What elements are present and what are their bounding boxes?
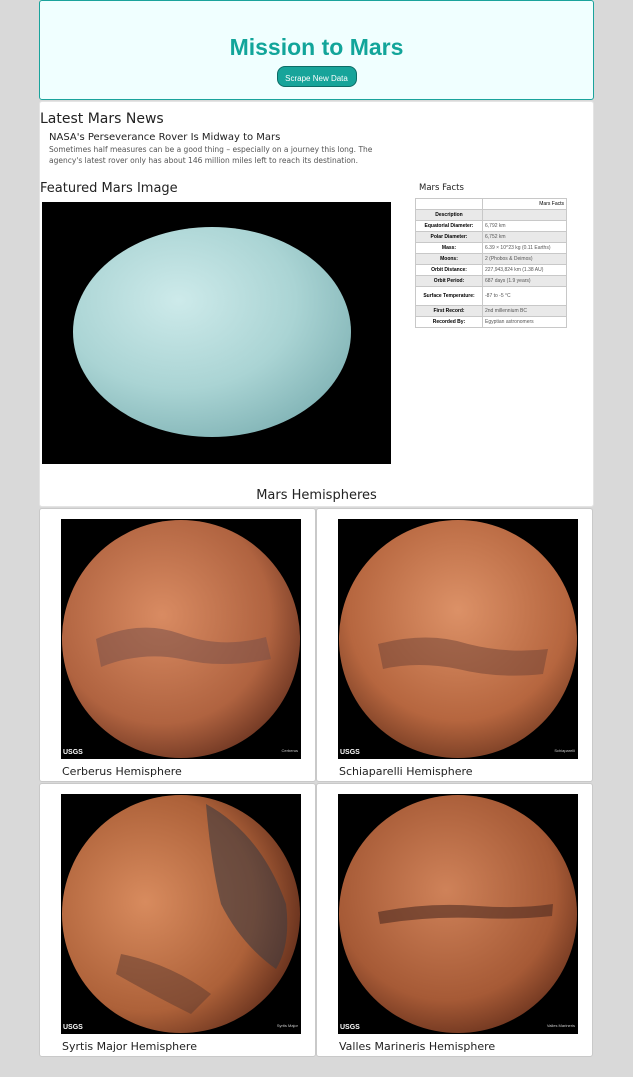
table-row: Recorded By: Egyptian astronomers bbox=[415, 316, 567, 328]
image-credit: Cerberus bbox=[281, 748, 298, 753]
fact-key: Equatorial Diameter: bbox=[415, 220, 483, 232]
hemisphere-card-cerberus[interactable]: USGS Cerberus Cerberus Hemisphere bbox=[39, 508, 316, 782]
hemisphere-title[interactable]: Syrtis Major Hemisphere bbox=[62, 1040, 197, 1053]
hemisphere-title[interactable]: Cerberus Hemisphere bbox=[62, 765, 182, 778]
mars-globe-icon bbox=[339, 520, 577, 758]
fact-key: Polar Diameter: bbox=[415, 231, 483, 243]
facts-table: Mars Facts Description Equatorial Diamet… bbox=[415, 198, 567, 328]
fact-value: 687 days (1.9 years) bbox=[482, 275, 567, 287]
fact-value: Egyptian astronomers bbox=[482, 316, 567, 328]
fact-key: Mass: bbox=[415, 242, 483, 254]
facts-section-title: Mars Facts bbox=[419, 183, 464, 193]
image-credit: Schiaparelli bbox=[554, 748, 575, 753]
table-row: Orbit Distance: 227,943,824 km (1.38 AU) bbox=[415, 264, 567, 276]
hemisphere-card-schiaparelli[interactable]: USGS Schiaparelli Schiaparelli Hemispher… bbox=[316, 508, 593, 782]
fact-key: Description bbox=[415, 209, 483, 221]
fact-key: Recorded By: bbox=[415, 316, 483, 328]
fact-value bbox=[482, 209, 567, 221]
hemisphere-title[interactable]: Valles Marineris Hemisphere bbox=[339, 1040, 495, 1053]
fact-value: 6,792 km bbox=[482, 220, 567, 232]
table-row: First Record: 2nd millennium BC bbox=[415, 305, 567, 317]
table-row: Moons: 2 (Phobos & Deimos) bbox=[415, 253, 567, 265]
facts-column-header: Mars Facts bbox=[482, 198, 567, 210]
fact-key: Surface Temperature: bbox=[415, 286, 483, 306]
fact-value: 2nd millennium BC bbox=[482, 305, 567, 317]
table-row: Orbit Period: 687 days (1.9 years) bbox=[415, 275, 567, 287]
hemisphere-title[interactable]: Schiaparelli Hemisphere bbox=[339, 765, 473, 778]
mars-globe-icon bbox=[339, 795, 577, 1033]
news-teaser: Sometimes half measures can be a good th… bbox=[49, 145, 373, 165]
hemispheres-section-title: Mars Hemispheres bbox=[256, 488, 377, 503]
fact-value: 227,943,824 km (1.38 AU) bbox=[482, 264, 567, 276]
fact-key: First Record: bbox=[415, 305, 483, 317]
hemisphere-image[interactable]: USGS Schiaparelli bbox=[338, 519, 578, 759]
fact-value: -87 to -5 °C bbox=[482, 286, 567, 306]
facts-header-row: Mars Facts bbox=[415, 198, 567, 210]
table-row: Mass: 6.39 × 10^23 kg (0.11 Earths) bbox=[415, 242, 567, 254]
usgs-logo: USGS bbox=[340, 749, 360, 756]
planet-image-icon bbox=[42, 202, 391, 464]
table-row: Surface Temperature: -87 to -5 °C bbox=[415, 286, 567, 306]
page-title: Mission to Mars bbox=[229, 34, 404, 60]
hemisphere-image[interactable]: USGS Syrtis Major bbox=[61, 794, 301, 1034]
usgs-logo: USGS bbox=[340, 1024, 360, 1031]
mars-globe-icon bbox=[62, 795, 300, 1033]
usgs-logo: USGS bbox=[63, 749, 83, 756]
table-row: Description bbox=[415, 209, 567, 221]
hemisphere-card-syrtis-major[interactable]: USGS Syrtis Major Syrtis Major Hemispher… bbox=[39, 783, 316, 1057]
hemisphere-image[interactable]: USGS Valles Marineris bbox=[338, 794, 578, 1034]
table-row: Equatorial Diameter: 6,792 km bbox=[415, 220, 567, 232]
mars-globe-icon bbox=[62, 520, 300, 758]
featured-section-title: Featured Mars Image bbox=[40, 181, 178, 196]
fact-key: Moons: bbox=[415, 253, 483, 265]
news-section-title: Latest Mars News bbox=[40, 111, 164, 127]
fact-value: 6.39 × 10^23 kg (0.11 Earths) bbox=[482, 242, 567, 254]
jumbotron: Mission to Mars Scrape New Data bbox=[39, 0, 594, 100]
fact-key: Orbit Period: bbox=[415, 275, 483, 287]
fact-key: Orbit Distance: bbox=[415, 264, 483, 276]
image-credit: Valles Marineris bbox=[546, 1023, 575, 1028]
usgs-logo: USGS bbox=[63, 1024, 83, 1031]
scrape-button[interactable]: Scrape New Data bbox=[276, 66, 357, 87]
hemisphere-card-valles-marineris[interactable]: USGS Valles Marineris Valles Marineris H… bbox=[316, 783, 593, 1057]
news-headline[interactable]: NASA's Perseverance Rover Is Midway to M… bbox=[49, 132, 280, 143]
fact-value: 6,752 km bbox=[482, 231, 567, 243]
table-row: Polar Diameter: 6,752 km bbox=[415, 231, 567, 243]
hemisphere-image[interactable]: USGS Cerberus bbox=[61, 519, 301, 759]
featured-image[interactable] bbox=[42, 202, 391, 464]
image-credit: Syrtis Major bbox=[276, 1023, 298, 1028]
main-panel: Latest Mars News NASA's Perseverance Rov… bbox=[39, 101, 594, 507]
fact-value: 2 (Phobos & Deimos) bbox=[482, 253, 567, 265]
